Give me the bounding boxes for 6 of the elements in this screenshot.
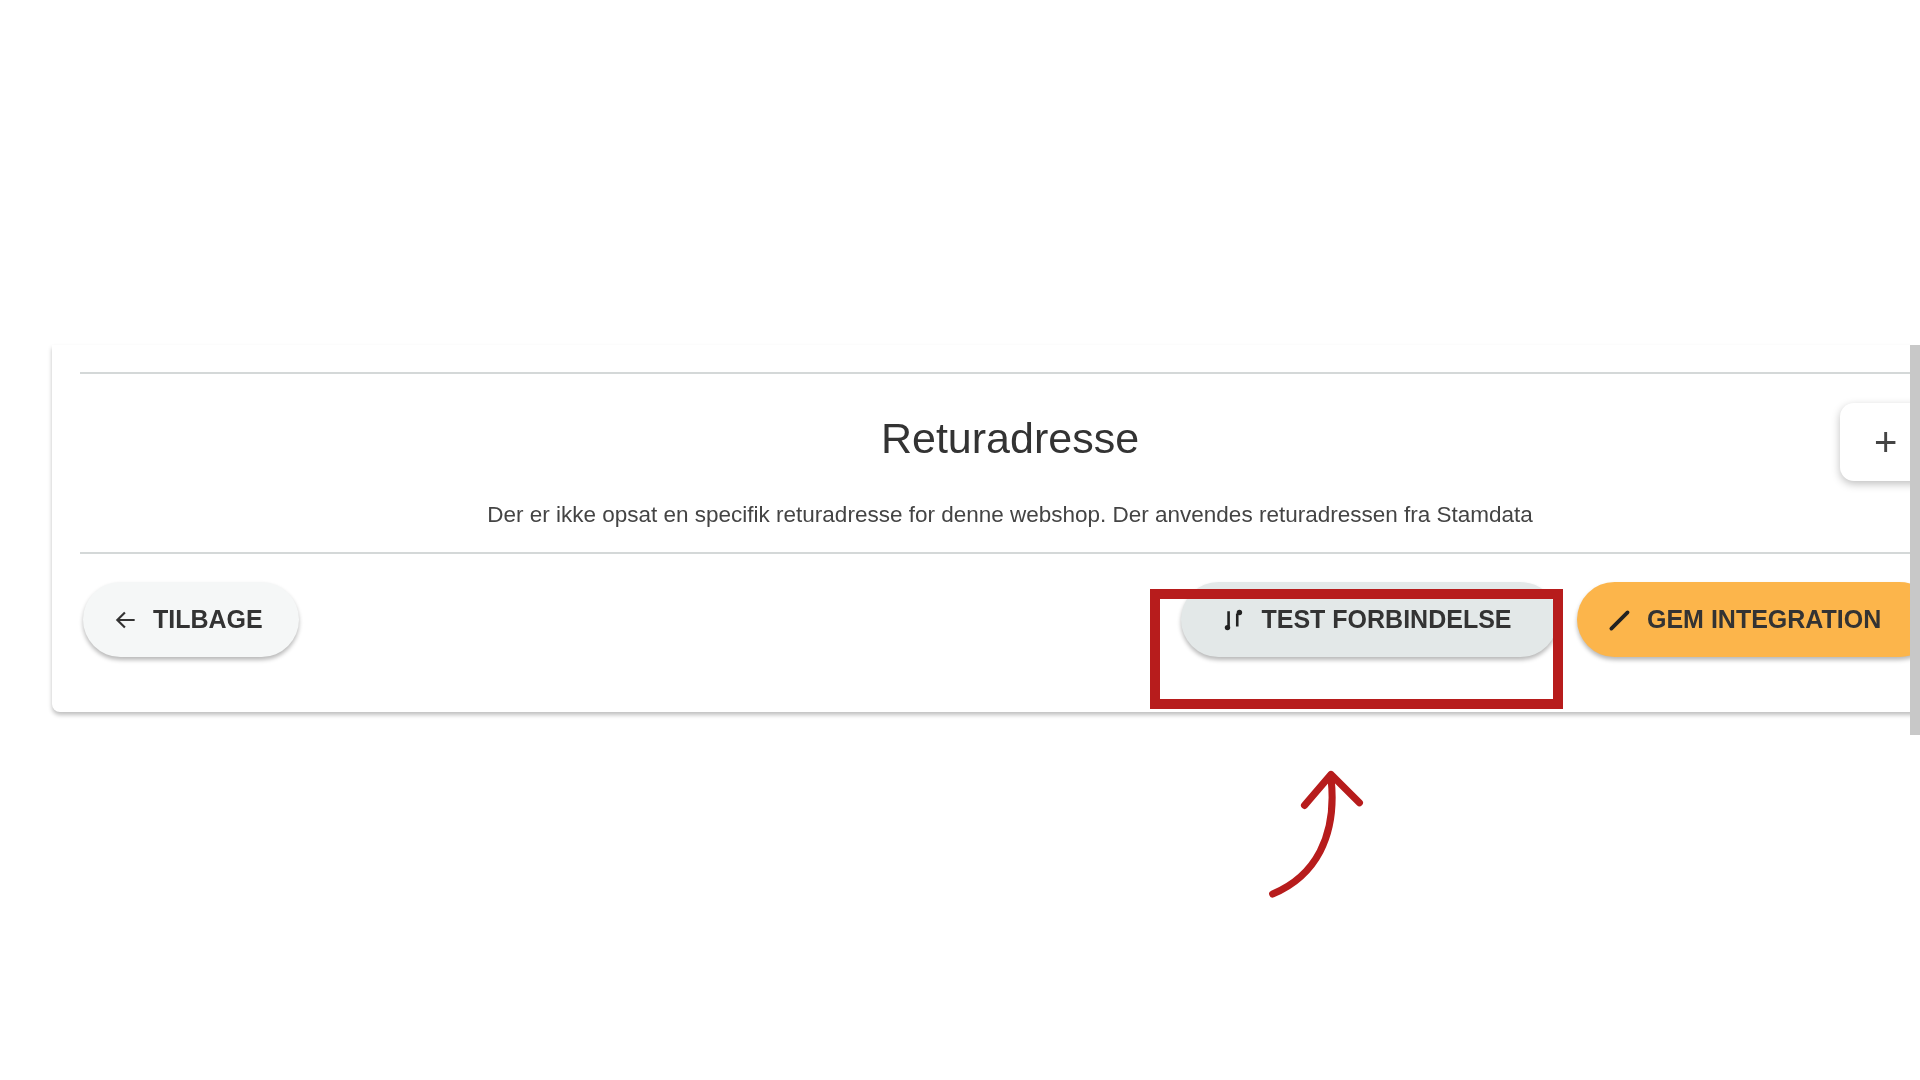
scrollbar[interactable] (1910, 345, 1920, 735)
save-integration-button[interactable]: GEM INTEGRATION (1577, 582, 1910, 657)
section-description: Der er ikke opsat en specifik returadresse for denne webshop. Der anvendes returadressen fra Stamdata (486, 502, 1534, 528)
add-button[interactable]: + (1840, 403, 1910, 481)
section-title: Returadresse (880, 413, 1140, 463)
back-button[interactable]: TILBAGE (83, 582, 299, 657)
